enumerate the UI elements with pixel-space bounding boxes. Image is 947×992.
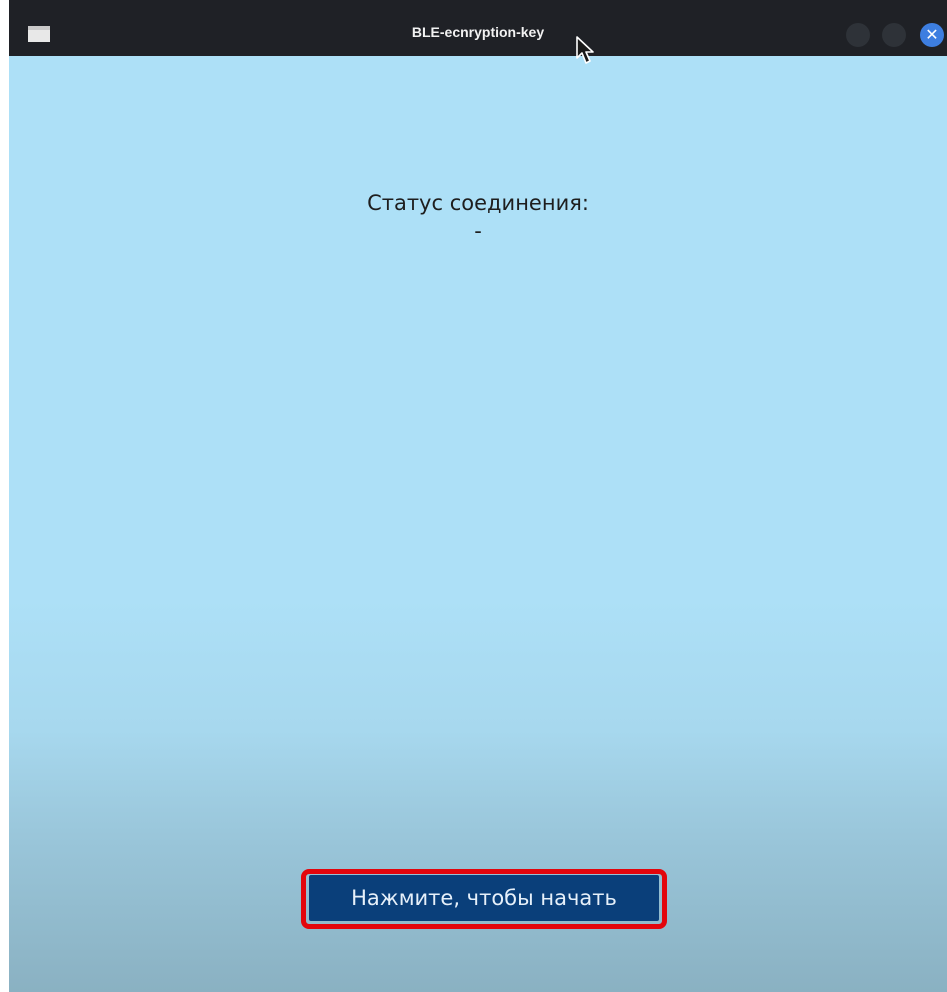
mouse-cursor-icon (576, 36, 594, 64)
minimize-button[interactable] (846, 23, 870, 47)
connection-status-label: Статус соединения: (367, 191, 589, 215)
maximize-button[interactable] (882, 23, 906, 47)
connection-status-value: - (474, 219, 482, 243)
window-title: BLE-ecnryption-key (411, 24, 545, 40)
main-content: Статус соединения: - Нажмите, чтобы нача… (9, 56, 947, 992)
title-bar[interactable]: BLE-ecnryption-key ✕ (9, 0, 947, 56)
app-window: BLE-ecnryption-key ✕ Статус соединения: … (9, 0, 947, 992)
close-button[interactable]: ✕ (920, 23, 944, 47)
close-icon: ✕ (925, 25, 939, 44)
start-button[interactable]: Нажмите, чтобы начать (309, 875, 659, 921)
